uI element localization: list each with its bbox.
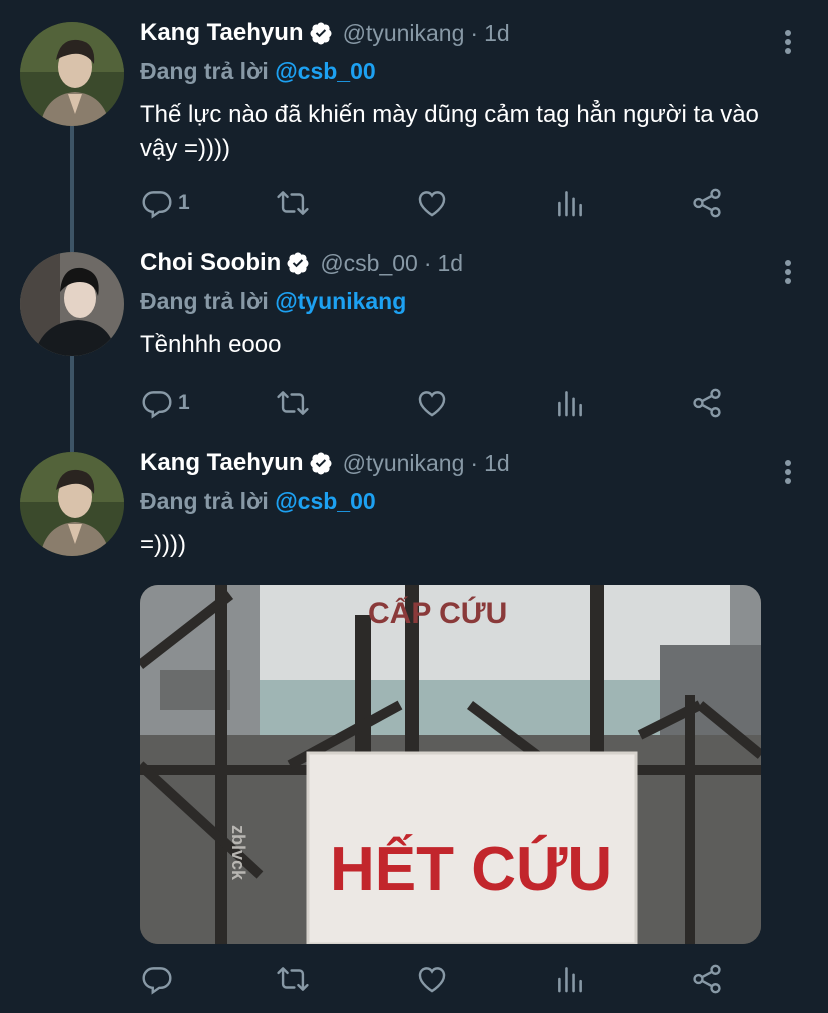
tweet-text: =)))) xyxy=(140,531,186,558)
analytics-button[interactable] xyxy=(553,959,587,999)
display-name[interactable]: Kang Taehyun xyxy=(140,449,304,477)
verified-badge-icon xyxy=(309,451,333,475)
analytics-icon xyxy=(553,962,587,996)
separator-dot: · xyxy=(470,449,479,476)
sign-top-text: CẤP CỨU xyxy=(368,596,507,630)
tweet[interactable]: Kang Taehyun @tyunikang · 1d Đang trả lờ… xyxy=(0,430,828,1013)
mention-link[interactable]: @csb_00 xyxy=(275,58,375,84)
more-options-icon[interactable] xyxy=(778,27,798,57)
replying-to: Đang trả lời @tyunikang xyxy=(140,288,406,315)
retweet-icon xyxy=(276,962,310,996)
reply-count: 1 xyxy=(178,391,190,414)
username-handle[interactable]: @tyunikang xyxy=(343,20,465,47)
retweet-button[interactable] xyxy=(276,183,310,223)
more-options-icon[interactable] xyxy=(778,457,798,487)
timestamp[interactable]: 1d xyxy=(484,20,510,47)
share-button[interactable] xyxy=(690,959,724,999)
retweet-button[interactable] xyxy=(276,959,310,999)
tweet-header: Kang Taehyun @tyunikang · 1d xyxy=(140,446,510,480)
analytics-button[interactable] xyxy=(553,183,587,223)
reply-icon xyxy=(140,186,174,220)
tweet-media-image[interactable]: CẤP CỨU HẾT CỨU zblvck xyxy=(140,585,761,944)
more-options-icon[interactable] xyxy=(778,257,798,287)
mention-link[interactable]: @csb_00 xyxy=(275,488,375,514)
tweet-actions: 1 xyxy=(140,383,740,423)
like-button[interactable] xyxy=(415,959,449,999)
replying-to: Đang trả lời @csb_00 xyxy=(140,58,376,85)
share-icon xyxy=(690,186,724,220)
display-name[interactable]: Kang Taehyun xyxy=(140,19,304,47)
timestamp[interactable]: 1d xyxy=(484,450,510,477)
reply-icon xyxy=(140,962,174,996)
tweet-text: Thế lực nào đã khiến mày dũng cảm tag hẳ… xyxy=(140,101,759,162)
analytics-icon xyxy=(553,186,587,220)
display-name[interactable]: Choi Soobin xyxy=(140,249,281,277)
analytics-icon xyxy=(553,386,587,420)
replying-prefix: Đang trả lời xyxy=(140,58,269,84)
reply-button[interactable]: 1 xyxy=(140,383,190,423)
share-button[interactable] xyxy=(690,183,724,223)
tweet-actions: 1 xyxy=(140,183,740,223)
reply-count: 1 xyxy=(178,191,190,214)
replying-prefix: Đang trả lời xyxy=(140,488,269,514)
share-icon xyxy=(690,962,724,996)
share-icon xyxy=(690,386,724,420)
sign-main-text: HẾT CỨU xyxy=(330,835,612,904)
share-button[interactable] xyxy=(690,383,724,423)
reply-icon xyxy=(140,386,174,420)
retweet-button[interactable] xyxy=(276,383,310,423)
tweet-actions xyxy=(140,959,740,999)
replying-prefix: Đang trả lời xyxy=(140,288,269,314)
retweet-icon xyxy=(276,186,310,220)
avatar[interactable] xyxy=(20,22,124,126)
avatar[interactable] xyxy=(20,452,124,556)
like-icon xyxy=(415,386,449,420)
like-button[interactable] xyxy=(415,383,449,423)
tweet-text: Tềnhhh eooo xyxy=(140,331,282,358)
username-handle[interactable]: @csb_00 xyxy=(320,250,418,277)
separator-dot: · xyxy=(470,19,479,46)
like-icon xyxy=(415,186,449,220)
replying-to: Đang trả lời @csb_00 xyxy=(140,488,376,515)
watermark-text: zblvck xyxy=(228,825,248,881)
verified-badge-icon xyxy=(309,21,333,45)
analytics-button[interactable] xyxy=(553,383,587,423)
like-button[interactable] xyxy=(415,183,449,223)
reply-button[interactable] xyxy=(140,959,178,999)
timestamp[interactable]: 1d xyxy=(438,250,464,277)
mention-link[interactable]: @tyunikang xyxy=(275,288,406,314)
tweet[interactable]: Choi Soobin @csb_00 · 1d Đang trả lời @t… xyxy=(0,230,828,440)
avatar[interactable] xyxy=(20,252,124,356)
tweet-header: Choi Soobin @csb_00 · 1d xyxy=(140,246,463,280)
tweet[interactable]: Kang Taehyun @tyunikang · 1d Đang trả lờ… xyxy=(0,0,828,230)
tweet-header: Kang Taehyun @tyunikang · 1d xyxy=(140,16,510,50)
retweet-icon xyxy=(276,386,310,420)
verified-badge-icon xyxy=(286,251,310,275)
like-icon xyxy=(415,962,449,996)
username-handle[interactable]: @tyunikang xyxy=(343,450,465,477)
reply-button[interactable]: 1 xyxy=(140,183,190,223)
separator-dot: · xyxy=(423,249,432,276)
